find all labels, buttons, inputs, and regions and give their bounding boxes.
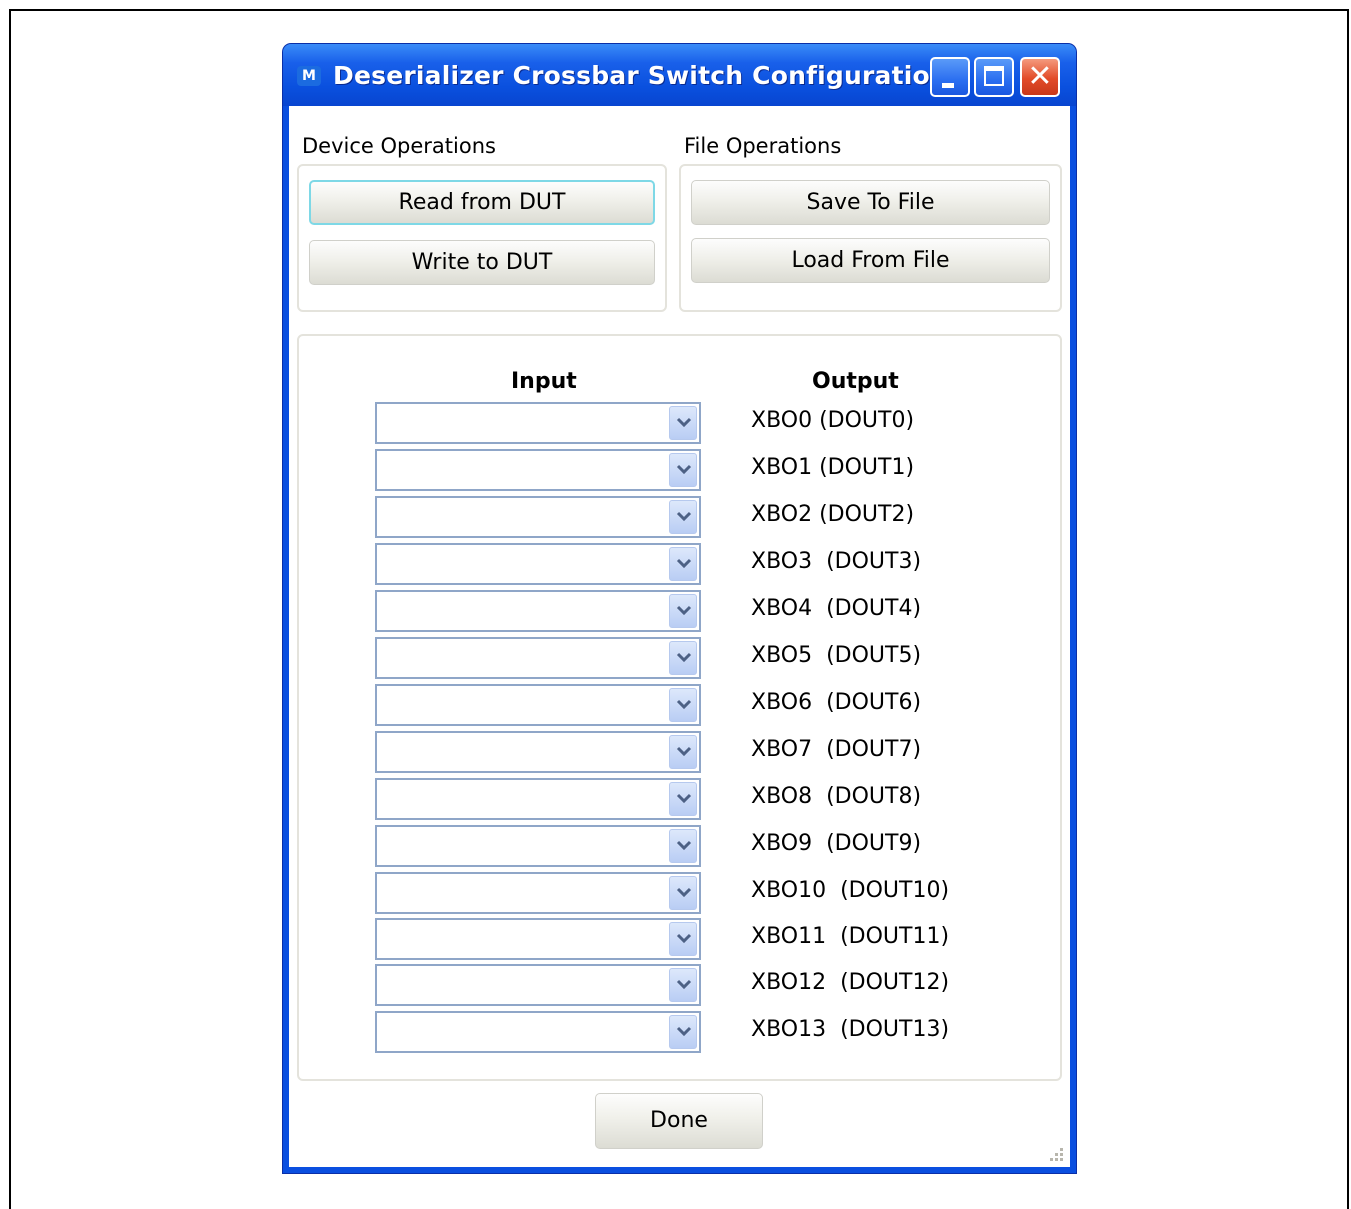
input-select-13[interactable] bbox=[375, 1011, 701, 1053]
dropdown-arrow-button[interactable] bbox=[669, 782, 697, 816]
input-select-7[interactable] bbox=[375, 731, 701, 773]
chevron-down-icon bbox=[676, 652, 692, 663]
dropdown-arrow-button[interactable] bbox=[669, 641, 697, 675]
chevron-down-icon bbox=[676, 464, 692, 475]
input-select-6[interactable] bbox=[375, 684, 701, 726]
dropdown-arrow-button[interactable] bbox=[669, 876, 697, 910]
dropdown-arrow-button[interactable] bbox=[669, 829, 697, 863]
chevron-down-icon bbox=[676, 558, 692, 569]
chevron-down-icon bbox=[676, 605, 692, 616]
output-label-10: XBO10 (DOUT10) bbox=[751, 878, 950, 903]
input-select-9[interactable] bbox=[375, 825, 701, 867]
read-from-dut-button[interactable]: Read from DUT bbox=[309, 180, 655, 225]
dropdown-arrow-button[interactable] bbox=[669, 594, 697, 628]
close-button[interactable]: ✕ bbox=[1020, 57, 1060, 97]
maximize-button[interactable] bbox=[974, 57, 1014, 97]
chevron-down-icon bbox=[676, 746, 692, 757]
input-select-8[interactable] bbox=[375, 778, 701, 820]
device-operations-label: Device Operations bbox=[302, 134, 496, 158]
chevron-down-icon bbox=[676, 1026, 692, 1037]
dropdown-arrow-button[interactable] bbox=[669, 688, 697, 722]
resize-grip-icon[interactable] bbox=[1046, 1146, 1064, 1164]
output-label-7: XBO7 (DOUT7) bbox=[751, 737, 922, 762]
output-label-3: XBO3 (DOUT3) bbox=[751, 549, 922, 574]
dropdown-arrow-button[interactable] bbox=[669, 500, 697, 534]
output-label-9: XBO9 (DOUT9) bbox=[751, 831, 922, 856]
output-label-8: XBO8 (DOUT8) bbox=[751, 784, 922, 809]
input-select-2[interactable] bbox=[375, 496, 701, 538]
chevron-down-icon bbox=[676, 933, 692, 944]
write-to-dut-button[interactable]: Write to DUT bbox=[309, 240, 655, 285]
dropdown-arrow-button[interactable] bbox=[669, 922, 697, 956]
save-to-file-button[interactable]: Save To File bbox=[691, 180, 1050, 225]
dropdown-arrow-button[interactable] bbox=[669, 1015, 697, 1049]
dropdown-arrow-button[interactable] bbox=[669, 735, 697, 769]
output-label-2: XBO2 (DOUT2) bbox=[751, 502, 915, 527]
output-column-header: Output bbox=[812, 369, 899, 394]
dropdown-arrow-button[interactable] bbox=[669, 453, 697, 487]
input-select-3[interactable] bbox=[375, 543, 701, 585]
input-column-header: Input bbox=[511, 369, 577, 394]
chevron-down-icon bbox=[676, 793, 692, 804]
chevron-down-icon bbox=[676, 887, 692, 898]
input-select-10[interactable] bbox=[375, 872, 701, 914]
output-label-12: XBO12 (DOUT12) bbox=[751, 970, 950, 995]
output-label-5: XBO5 (DOUT5) bbox=[751, 643, 922, 668]
window-title: Deserializer Crossbar Switch Configurati… bbox=[333, 61, 948, 90]
title-bar[interactable]: M Deserializer Crossbar Switch Configura… bbox=[283, 44, 1076, 106]
dropdown-arrow-button[interactable] bbox=[669, 968, 697, 1002]
chevron-down-icon bbox=[676, 417, 692, 428]
output-label-4: XBO4 (DOUT4) bbox=[751, 596, 922, 621]
output-label-11: XBO11 (DOUT11) bbox=[751, 924, 950, 949]
minimize-icon bbox=[942, 83, 954, 88]
chevron-down-icon bbox=[676, 511, 692, 522]
output-label-0: XBO0 (DOUT0) bbox=[751, 408, 915, 433]
input-select-4[interactable] bbox=[375, 590, 701, 632]
close-icon: ✕ bbox=[1027, 59, 1053, 94]
output-label-13: XBO13 (DOUT13) bbox=[751, 1017, 950, 1042]
output-label-1: XBO1 (DOUT1) bbox=[751, 455, 915, 480]
input-select-12[interactable] bbox=[375, 964, 701, 1006]
minimize-button[interactable] bbox=[930, 57, 970, 97]
dropdown-arrow-button[interactable] bbox=[669, 547, 697, 581]
chevron-down-icon bbox=[676, 979, 692, 990]
input-select-11[interactable] bbox=[375, 918, 701, 960]
output-label-6: XBO6 (DOUT6) bbox=[751, 690, 922, 715]
input-select-5[interactable] bbox=[375, 637, 701, 679]
chevron-down-icon bbox=[676, 840, 692, 851]
done-button[interactable]: Done bbox=[595, 1093, 763, 1149]
dropdown-arrow-button[interactable] bbox=[669, 406, 697, 440]
input-select-1[interactable] bbox=[375, 449, 701, 491]
app-logo-icon: M bbox=[297, 66, 321, 86]
maximize-icon bbox=[984, 66, 1004, 86]
chevron-down-icon bbox=[676, 699, 692, 710]
input-select-0[interactable] bbox=[375, 402, 701, 444]
file-operations-label: File Operations bbox=[684, 134, 842, 158]
load-from-file-button[interactable]: Load From File bbox=[691, 238, 1050, 283]
